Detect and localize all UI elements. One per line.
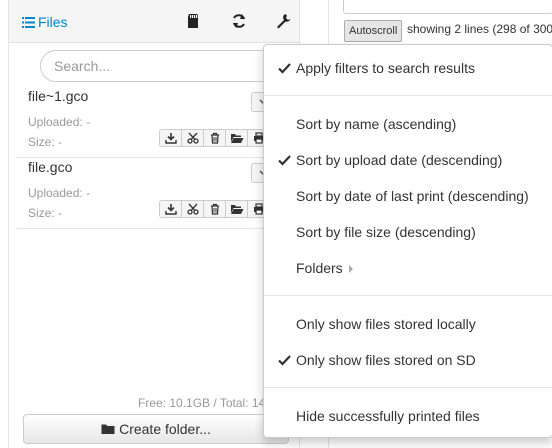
trash-icon: [210, 203, 219, 215]
size-label: Size:: [28, 135, 55, 149]
search-input[interactable]: [40, 50, 300, 82]
download-icon: [164, 133, 177, 144]
menu-item-sort-last-print[interactable]: Sort by date of last print (descending): [264, 183, 552, 209]
file-list-item[interactable]: file.gco Uploaded: - Size: -: [17, 157, 299, 229]
file-size: Size: -: [28, 206, 62, 220]
menu-item-label: Sort by file size (descending): [296, 224, 476, 240]
menu-item-only-local[interactable]: Only show files stored locally: [264, 311, 552, 337]
load-button[interactable]: [225, 200, 248, 218]
uploaded-value: -: [86, 186, 91, 200]
check-icon: [278, 155, 291, 166]
menu-divider: [264, 295, 552, 296]
menu-item-sort-name[interactable]: Sort by name (ascending): [264, 111, 552, 137]
files-settings-menu: Apply filters to search results Sort by …: [263, 44, 552, 438]
menu-item-only-sd[interactable]: Only show files stored on SD: [264, 347, 552, 373]
menu-item-label: Folders: [296, 260, 343, 276]
list-icon: [22, 17, 35, 28]
refresh-icon[interactable]: [230, 12, 248, 30]
folder-open-icon: [230, 205, 243, 214]
menu-divider: [264, 387, 552, 388]
menu-item-hide-printed[interactable]: Hide successfully printed files: [264, 403, 552, 429]
file-name: file.gco: [28, 159, 73, 175]
wrench-icon[interactable]: [274, 12, 292, 30]
files-tab[interactable]: Files: [22, 14, 68, 30]
slice-button[interactable]: [181, 200, 204, 218]
check-icon: [278, 355, 291, 366]
menu-item-label: Only show files stored on SD: [296, 352, 476, 368]
folder-icon: [101, 424, 115, 434]
delete-button[interactable]: [203, 129, 226, 147]
folder-open-icon: [230, 134, 243, 143]
slice-button[interactable]: [181, 129, 204, 147]
caret-right-icon: [348, 265, 353, 274]
create-folder-label: Create folder...: [119, 421, 211, 437]
menu-item-label: Only show files stored locally: [296, 316, 476, 332]
size-value: -: [58, 206, 63, 220]
check-icon: [278, 63, 291, 74]
uploaded-label: Uploaded:: [28, 186, 83, 200]
menu-item-label: Sort by name (ascending): [296, 116, 457, 132]
uploaded-value: -: [86, 115, 91, 129]
menu-item-label: Apply filters to search results: [296, 60, 475, 76]
size-value: -: [58, 135, 63, 149]
file-list-item[interactable]: file~1.gco Uploaded: - Size: -: [17, 86, 299, 158]
download-button[interactable]: [159, 200, 182, 218]
download-icon: [164, 204, 177, 215]
scissors-icon: [186, 132, 199, 144]
file-actions: [159, 129, 270, 147]
menu-item-label: Sort by date of last print (descending): [296, 188, 529, 204]
scissors-icon: [186, 203, 199, 215]
file-name: file~1.gco: [28, 88, 89, 104]
download-button[interactable]: [159, 129, 182, 147]
menu-item-label: Hide successfully printed files: [296, 408, 480, 424]
files-tab-label: Files: [38, 14, 68, 30]
delete-button[interactable]: [203, 200, 226, 218]
file-uploaded: Uploaded: -: [28, 115, 90, 129]
terminal-output[interactable]: [343, 0, 552, 14]
files-panel: Files file~1.gco Uploaded: - Size: -: [8, 0, 300, 448]
menu-item-sort-upload-date[interactable]: Sort by upload date (descending): [264, 147, 552, 173]
autoscroll-button[interactable]: Autoscroll: [344, 20, 403, 42]
storage-info: Free: 10.1GB / Total: 14: [138, 396, 266, 410]
sd-card-icon[interactable]: [184, 12, 202, 30]
create-folder-button[interactable]: Create folder...: [23, 414, 289, 444]
menu-item-label: Sort by upload date (descending): [296, 152, 503, 168]
menu-item-apply-filters[interactable]: Apply filters to search results: [264, 55, 552, 81]
files-panel-header: Files: [9, 0, 299, 43]
load-button[interactable]: [225, 129, 248, 147]
menu-item-sort-file-size[interactable]: Sort by file size (descending): [264, 219, 552, 245]
file-size: Size: -: [28, 135, 62, 149]
trash-icon: [210, 132, 219, 144]
menu-item-folders[interactable]: Folders: [264, 255, 552, 281]
uploaded-label: Uploaded:: [28, 115, 83, 129]
size-label: Size:: [28, 206, 55, 220]
terminal-line-count: showing 2 lines (298 of 300: [407, 22, 552, 36]
file-uploaded: Uploaded: -: [28, 186, 90, 200]
file-actions: [159, 200, 270, 218]
menu-divider: [264, 95, 552, 96]
